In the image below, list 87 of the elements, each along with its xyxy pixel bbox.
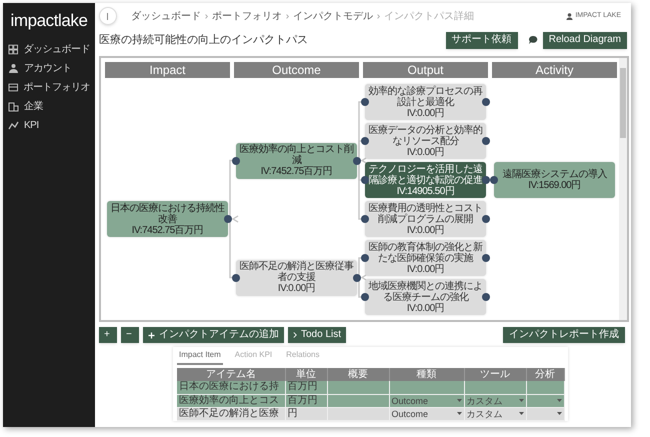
diagram-node[interactable]: 医療データの分析と効率的なリソース配分 IV:0.00円	[365, 123, 486, 159]
diagram-node[interactable]: 医療効率の向上とコスト削減 IV:7452.75百万円	[236, 142, 357, 178]
node-value: IV:0.00円	[406, 108, 444, 118]
tab[interactable]: Impact Item	[177, 349, 223, 365]
zoom-out-button[interactable]: −	[121, 327, 139, 343]
node-value: IV:1569.00円	[528, 180, 581, 191]
table-cell: 医療効率の向上とコス	[177, 394, 285, 407]
node-label: 医療費用の透明性とコスト削減プログラムの展開	[368, 202, 484, 224]
breadcrumb-link[interactable]: インパクトモデル	[293, 8, 373, 24]
grid-icon	[8, 44, 18, 54]
node-value: IV:0.00円	[406, 146, 444, 158]
todo-list-button[interactable]: Todo List	[288, 327, 346, 343]
add-item-button[interactable]: インパクトアイテムの追加	[143, 327, 284, 343]
chevron-icon	[205, 14, 208, 18]
node-label: 日本の医療における持続性改善	[110, 202, 226, 224]
node-value: IV:7452.75百万円	[260, 166, 332, 177]
chevron-icon	[293, 332, 297, 338]
chat-icon[interactable]	[528, 35, 538, 45]
caret-icon	[456, 412, 462, 415]
chevron-icon	[286, 14, 289, 18]
node-label: 医療データの分析と効率的なリソース配分	[368, 124, 484, 146]
diagram-node[interactable]: 効率的な診療プロセスの再設計と最適化 IV:0.00円	[365, 84, 486, 120]
reload-diagram-button[interactable]: Reload Diagram	[542, 32, 627, 48]
table-cell: 百万円	[285, 394, 327, 407]
breadcrumb-link[interactable]: ダッシュボード	[131, 8, 201, 24]
diagram-node[interactable]: 医師不足の解消と医療従事者の支援 IV:0.00円	[236, 260, 357, 296]
node-value: IV:0.00円	[406, 264, 444, 274]
node-value: IV:7452.75百万円	[132, 224, 204, 236]
support-request-button[interactable]: サポート依頼	[446, 32, 518, 48]
node-label: 医師の教育体制の強化と新たな医師確保策の実施	[368, 242, 484, 264]
node-label: 地域医療機関との連携による医療チームの強化	[368, 280, 484, 302]
diagram-node[interactable]: 医療費用の透明性とコスト削減プログラムの展開 IV:0.00円	[365, 201, 486, 237]
dropdown-field[interactable]: カスタム	[466, 408, 524, 420]
diagram-node[interactable]: テクノロジーを活用した遠隔診療と適切な転院の促進 IV:14905.50円	[365, 162, 486, 198]
diagram-node[interactable]: 地域医療機関との連携による医療チームの強化 IV:0.00円	[365, 279, 486, 315]
node-label: 効率的な診療プロセスの再設計と最適化	[368, 86, 484, 108]
caret-icon	[456, 399, 462, 402]
person-icon	[8, 62, 19, 74]
node-label: 医療効率の向上とコスト削減	[238, 144, 354, 166]
connector-line	[229, 215, 238, 278]
sidebar-item[interactable]: ダッシュボード	[3, 42, 95, 56]
user-icon	[566, 12, 574, 20]
column-header: Activity	[492, 62, 617, 78]
caret-icon	[556, 399, 562, 402]
scrollbar[interactable]	[619, 58, 627, 320]
node-value: IV:0.00円	[406, 224, 444, 236]
node-value: IV:14905.50円	[396, 186, 454, 196]
table-cell: 百万円	[285, 381, 327, 394]
sidebar-item[interactable]: アカウント	[3, 60, 95, 76]
table-row[interactable]: 医療効率の向上とコス 百万円 Outcome カスタム	[177, 394, 564, 407]
sidebar-item[interactable]: ポートフォリオ	[3, 80, 95, 94]
node-label: テクノロジーを活用した遠隔診療と適切な転院の促進	[368, 164, 484, 186]
node-label: 医師不足の解消と医療従事者の支援	[238, 261, 354, 283]
connector-line	[358, 274, 368, 298]
caret-icon	[518, 399, 524, 402]
sidebar-item[interactable]: 企業	[3, 98, 95, 114]
node-value: IV:0.00円	[406, 302, 444, 314]
column-header: Output	[363, 62, 488, 78]
diagram-node[interactable]: 医師の教育体制の強化と新たな医師確保策の実施 IV:0.00円	[365, 240, 486, 276]
caret-icon	[518, 412, 524, 415]
zoom-in-button[interactable]: +	[99, 327, 117, 343]
node-value: IV:0.00円	[278, 283, 316, 294]
table-cell: 医師不足の解消と医療	[177, 407, 285, 420]
dropdown-field[interactable]: カスタム	[466, 394, 524, 406]
dropdown-field[interactable]: Outcome	[392, 394, 462, 406]
dropdown-field[interactable]: Outcome	[392, 408, 462, 420]
folder-icon	[8, 82, 18, 92]
table-cell: 日本の医療における持	[177, 381, 285, 394]
chevron-icon	[377, 14, 380, 18]
report-button[interactable]: インパクトレポート作成	[503, 327, 625, 343]
menu-toggle-button[interactable]	[99, 7, 117, 25]
plus-icon	[148, 332, 155, 338]
table-row[interactable]: 医師不足の解消と医療 円 Outcome カスタム	[177, 407, 564, 420]
node-label: 遠隔医療システムの導入	[502, 169, 607, 180]
logo: impactlake	[10, 10, 88, 32]
diagram-node[interactable]: 日本の医療における持続性改善 IV:7452.75百万円	[107, 201, 228, 237]
table-cell: 円	[285, 407, 327, 420]
chart-icon	[8, 120, 19, 130]
sidebar-item[interactable]: KPI	[3, 118, 95, 132]
building-icon	[8, 100, 19, 112]
column-header: Impact	[105, 62, 230, 78]
column-header: Outcome	[234, 62, 359, 78]
page-title: 医療の持続可能性の向上のインパクトパス	[99, 32, 308, 48]
breadcrumb-link[interactable]: ポートフォリオ	[212, 8, 282, 24]
diagram-node[interactable]: 遠隔医療システムの導入 IV:1569.00円	[494, 162, 615, 198]
table-row[interactable]: 日本の医療における持 百万円	[177, 381, 564, 394]
caret-icon	[556, 412, 562, 415]
